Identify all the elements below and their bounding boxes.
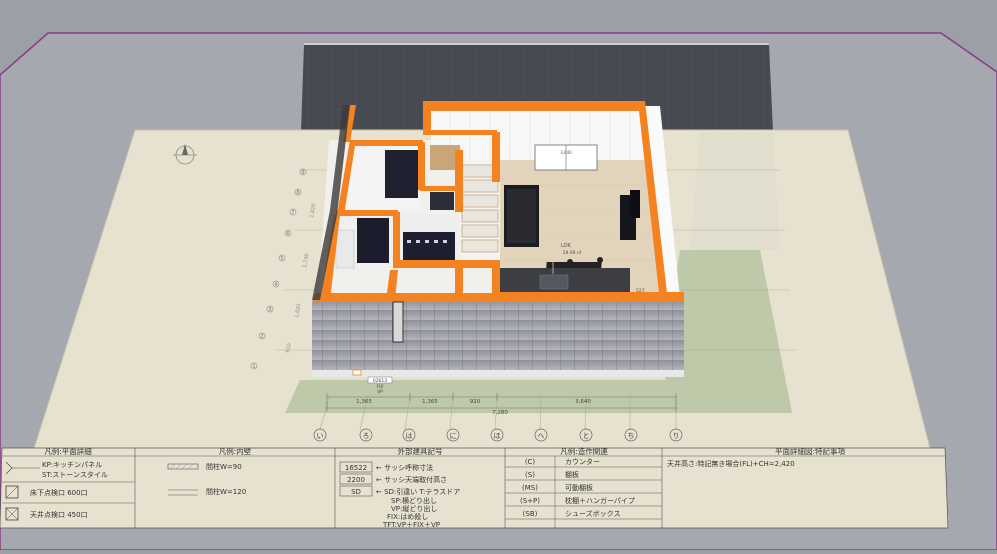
balcony-tag: 3,640 — [560, 150, 572, 155]
axis-number: 9 — [301, 170, 304, 176]
svg-text:3,640: 3,640 — [575, 399, 591, 405]
axis-number: 4 — [274, 282, 277, 288]
fitting-text-sp: SP:横どり出し — [391, 496, 437, 505]
legend-notes-header: 平面詳細図:特記事項 — [775, 446, 846, 456]
front-slit-window — [392, 301, 404, 343]
fitting-box-size: 16522 — [345, 464, 367, 472]
svg-text:7,280: 7,280 — [492, 410, 508, 416]
fixture-code: (SB) — [523, 510, 538, 518]
axis-number: 3 — [268, 307, 271, 313]
dark-cabinet — [430, 192, 454, 210]
fitting-text-type: ← SD:引違い T:テラスドア — [376, 487, 460, 496]
axis-letter: り — [673, 432, 680, 440]
axis-number: 5 — [280, 256, 283, 262]
axis-number: 8 — [296, 190, 299, 196]
legend-floor-hatch: 床下点検口 600口 — [30, 488, 88, 497]
svg-text:910: 910 — [470, 399, 481, 405]
svg-text:VP: VP — [377, 389, 383, 395]
axis-letter: ほ — [494, 432, 501, 440]
fitting-box-height: 2200 — [347, 476, 365, 484]
fitting-text-vp: VP:縦どり出し — [391, 504, 437, 513]
axis-letter: と — [583, 432, 590, 440]
fitting-text-tft: TFT:VP＋FIX＋VP — [382, 521, 440, 529]
fixture-code: (C) — [525, 458, 536, 466]
3d-viewport[interactable]: 9 8 7 6 5 4 3 2 1 910 1,820 2,730 1,820 — [0, 0, 997, 551]
axis-number: 6 — [286, 231, 289, 237]
svg-text:02613: 02613 — [373, 378, 387, 384]
axis-letter: ろ — [363, 432, 370, 440]
closet-dark — [385, 150, 418, 198]
fixture-name: カウンター — [565, 457, 600, 466]
legend-fixtures-header: 凡例:造作関連 — [560, 446, 608, 456]
fixture-code: (S) — [525, 471, 535, 479]
fixture-name: 棚板 — [565, 470, 579, 479]
front-facade — [312, 302, 684, 370]
svg-text:1,365: 1,365 — [422, 399, 438, 405]
axis-letter: ち — [628, 432, 635, 440]
axis-letter: へ — [538, 432, 545, 440]
axis-number: 7 — [291, 210, 294, 216]
fixture-name: シューズボックス — [565, 509, 620, 518]
legend-fittings-header: 外部建具記号 — [398, 446, 443, 456]
axis-number: 1 — [252, 364, 255, 370]
fixture-name: 可動棚板 — [565, 483, 593, 492]
bath-dark — [357, 218, 389, 263]
wall-120-label: 間柱W=120 — [206, 487, 246, 496]
fitting-text-size: ← サッシ呼称寸法 — [376, 463, 433, 472]
svg-text:1,365: 1,365 — [356, 399, 372, 405]
wall-90-label: 間柱W=90 — [206, 462, 242, 471]
toilet-dark — [403, 232, 455, 260]
fitting-text-height: ← サッシ天端取付高さ — [376, 475, 447, 484]
legend-plan-header: 凡例:平面詳細 — [44, 446, 92, 456]
axis-letter: に — [450, 432, 457, 440]
notes-text: 天井高さ:特記無き場合(FL)+CH=2,420 — [667, 459, 795, 468]
fixture-code: (S+P) — [520, 497, 540, 505]
fitting-box-type: SD — [351, 488, 361, 496]
fixture-name: 枕棚＋ハンガーパイプ — [565, 496, 635, 505]
legend-walls-header: 凡例:内壁 — [219, 446, 252, 456]
axis-letter: い — [317, 432, 324, 440]
legend-ceiling-hatch: 天井点検口 450口 — [30, 510, 88, 519]
fixture-code: (MS) — [522, 484, 538, 492]
axis-number: 2 — [260, 334, 263, 340]
house-model: 3,640 LDK 28.98 ㎡ 527 — [312, 101, 684, 377]
legend-st: ST:ストーンスタイル — [42, 470, 108, 479]
scene-canvas: 9 8 7 6 5 4 3 2 1 910 1,820 2,730 1,820 — [0, 32, 997, 551]
axis-letter: は — [406, 432, 413, 440]
legend-table: 凡例:平面詳細 凡例:内壁 外部建具記号 凡例:造作関連 平面詳細図:特記事項 … — [0, 446, 949, 529]
legend-kp: KP:キッチンパネル — [42, 461, 102, 469]
ldk-label: LDK — [561, 243, 572, 249]
fitting-text-fix: FIX:はめ殺し — [387, 512, 428, 521]
ldk-area: 28.98 ㎡ — [563, 249, 582, 256]
